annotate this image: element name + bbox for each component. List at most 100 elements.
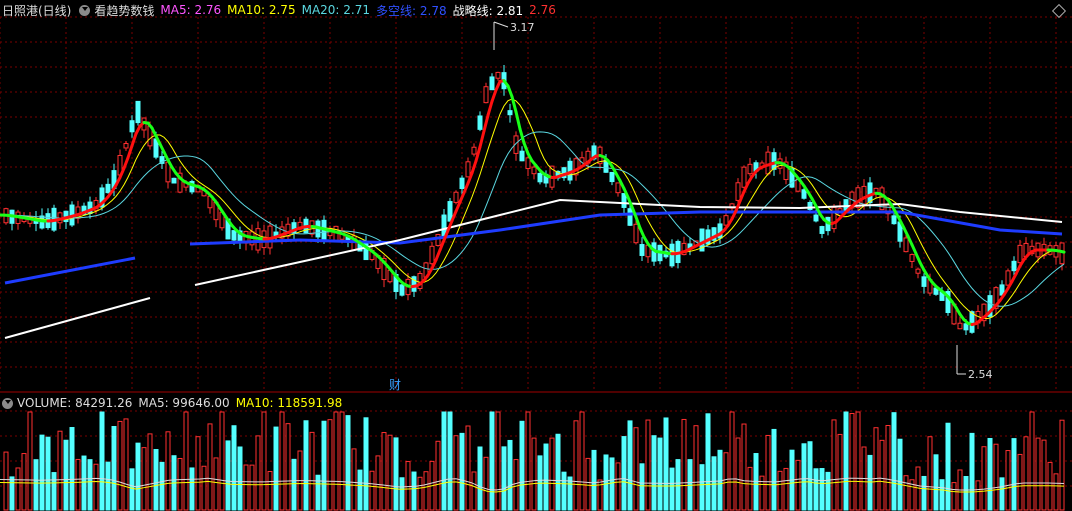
volume-bar [645, 419, 651, 511]
candle-body [471, 146, 477, 155]
volume-bar [201, 465, 207, 511]
volume-bar [123, 418, 129, 511]
volume-bar [825, 471, 831, 511]
high-price-label: 3.17 [510, 21, 535, 34]
volume-bar [555, 433, 561, 511]
candle-body [921, 276, 927, 287]
volume-bar [303, 420, 309, 511]
candle-body [537, 172, 543, 183]
candle-body [915, 268, 921, 274]
volume-bar [243, 464, 249, 511]
volume-bar [405, 461, 411, 511]
volume-bar [291, 458, 297, 511]
volume-bar [465, 425, 471, 511]
candle-body [483, 86, 489, 104]
volume-bar [447, 411, 453, 511]
zhanlue-value: 战略线: 2.81 [452, 3, 524, 18]
trend-line-segment [450, 209, 458, 223]
dropdown-icon[interactable] [79, 4, 91, 16]
volume-bar [729, 411, 735, 511]
candle-body [429, 245, 435, 265]
trend-line-segment [454, 200, 462, 213]
candle-body [1011, 260, 1017, 272]
trend-line-segment [514, 110, 522, 131]
volume-bar [735, 437, 741, 511]
volume-bar [783, 467, 789, 511]
volume-bar [45, 436, 51, 511]
trend-line-segment [1058, 249, 1066, 254]
volume-bar [867, 454, 873, 511]
high-marker [493, 21, 509, 28]
volume-bar [327, 419, 333, 511]
volume-bar [1053, 473, 1059, 511]
volume-bar [651, 435, 657, 511]
finance-marker[interactable]: 财 [389, 376, 401, 393]
volume-bar [159, 461, 165, 511]
volume-bar [831, 419, 837, 511]
candle-body [573, 158, 579, 176]
trend-line-segment [738, 190, 746, 203]
volume-bar [531, 437, 537, 511]
volume-bar [363, 417, 369, 511]
candle-body [519, 150, 525, 162]
volume-bar [471, 471, 477, 511]
candle-body [447, 201, 453, 222]
candlestick-chart[interactable] [0, 0, 1072, 393]
volume-bar [513, 459, 519, 511]
volume-bar [1029, 411, 1035, 511]
volume-bar [165, 431, 171, 511]
volume-bar [213, 457, 219, 511]
volume-bar [561, 471, 567, 511]
volume-bar [627, 420, 633, 511]
trend-line-segment [126, 144, 134, 160]
trend-line-segment [130, 132, 138, 148]
volume-bar [357, 469, 363, 511]
volume-bar [765, 434, 771, 511]
volume-bar [969, 432, 975, 511]
volume-bar [771, 428, 777, 511]
dropdown-icon[interactable] [2, 397, 13, 409]
volume-bar [807, 441, 813, 511]
volume-bar [603, 454, 609, 511]
volume-bar [705, 413, 711, 511]
volume-bar [1059, 419, 1065, 511]
volume-bar [963, 476, 969, 511]
volume-bar [81, 455, 87, 511]
candle-body [129, 120, 135, 133]
candle-body [861, 185, 867, 205]
volume-bar [489, 411, 495, 511]
volume-bar [621, 436, 627, 511]
volume-bar [39, 434, 45, 511]
volume-bar [855, 411, 861, 511]
trend-line-segment [482, 113, 490, 133]
candle-body [465, 161, 471, 178]
volume-bar [33, 459, 39, 511]
volume-bar [795, 459, 801, 511]
volume-bar [417, 476, 423, 511]
volume-bar [15, 467, 21, 511]
ma20-value: MA20: 2.71 [301, 3, 371, 17]
volume-bar [225, 440, 231, 511]
volume-bar [381, 432, 387, 511]
volume-bar [981, 446, 987, 511]
volume-bar [75, 458, 81, 511]
volume-bar [369, 470, 375, 511]
candle-body [621, 193, 627, 208]
volume-bar [1035, 437, 1041, 511]
volume-bar [237, 446, 243, 511]
volume-bar [477, 446, 483, 511]
volume-bar [501, 446, 507, 511]
volume-bar [591, 449, 597, 511]
volume-bar [219, 411, 225, 511]
candle-body [231, 230, 237, 241]
volume-bar [51, 472, 57, 511]
volume-bar [21, 453, 27, 511]
volume-bar [633, 427, 639, 511]
volume-bar [87, 459, 93, 511]
volume-bar [543, 443, 549, 511]
volume-bar [891, 412, 897, 511]
volume-bar [387, 434, 393, 511]
candle-body [801, 189, 807, 199]
volume-bar [111, 426, 117, 511]
candle-body [123, 143, 129, 149]
